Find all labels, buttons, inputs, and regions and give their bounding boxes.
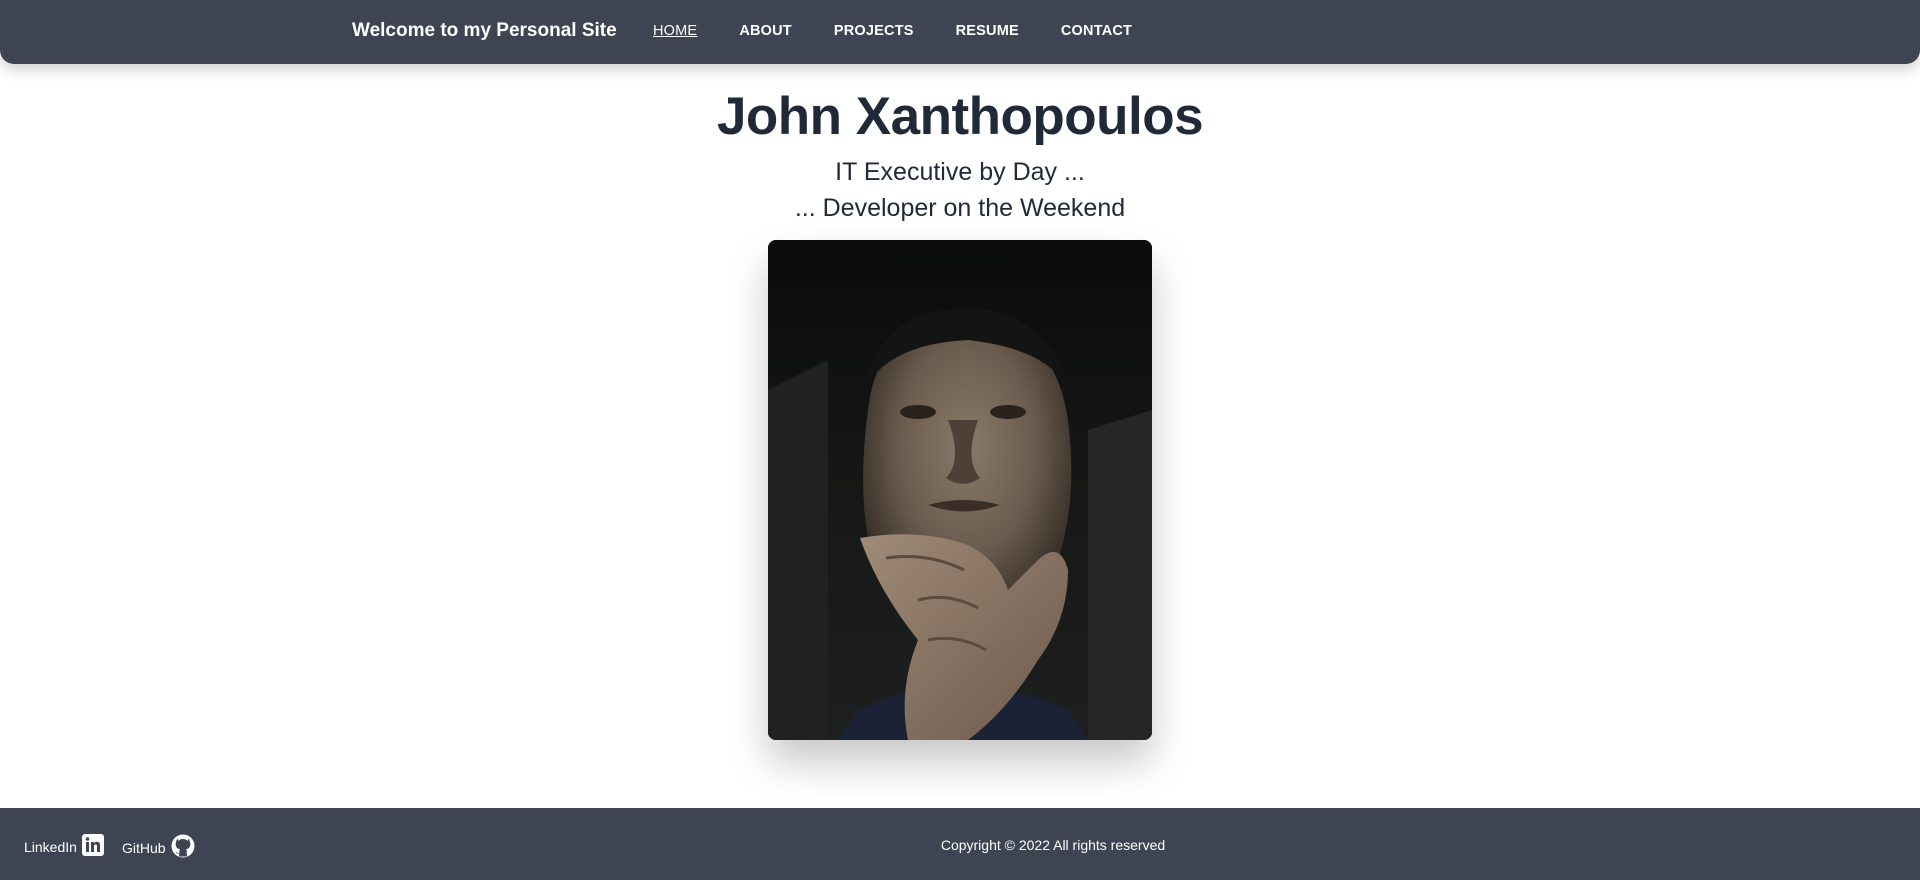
nav-resume[interactable]: RESUME [956,23,1019,39]
portrait-photo [768,240,1152,740]
top-navbar: Welcome to my Personal Site HOME ABOUT P… [0,0,1920,64]
portrait-illustration [768,240,1152,740]
site-brand[interactable]: Welcome to my Personal Site [352,20,617,42]
page-title: John Xanthopoulos [716,87,1204,146]
nav-home[interactable]: HOME [653,23,697,39]
copyright-text: Copyright © 2022 All rights reserved [940,837,1166,853]
nav-about[interactable]: ABOUT [739,23,792,39]
nav-projects[interactable]: PROJECTS [834,23,914,39]
main-nav: HOME ABOUT PROJECTS RESUME CONTACT [653,23,1174,39]
page-footer: LinkedIn GitHub Copyright © 2022 All rig… [0,808,1920,880]
tagline-day: IT Executive by Day ... [835,158,1085,186]
nav-contact[interactable]: CONTACT [1061,23,1132,39]
tagline-weekend: ... Developer on the Weekend [794,194,1126,222]
